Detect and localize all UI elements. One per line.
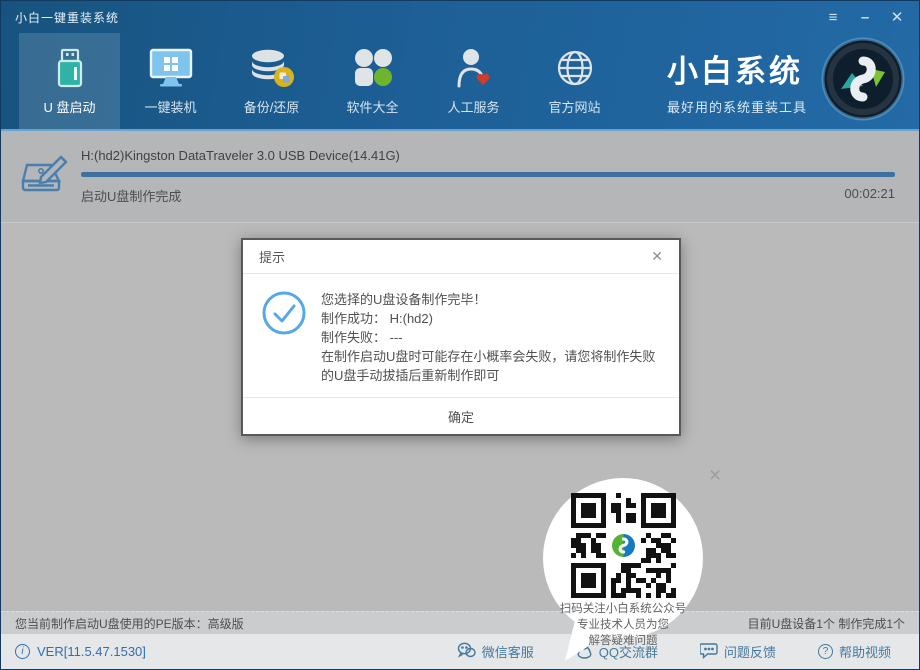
qr-caption-line: 专业技术人员为您 (560, 617, 687, 633)
nav-item-backup-restore[interactable]: 备份/还原 (221, 33, 322, 129)
ok-button[interactable]: 确定 (418, 403, 504, 430)
dialog-footer: 确定 (243, 397, 679, 434)
nav-item-software[interactable]: 软件大全 (322, 33, 423, 129)
nav-label: 软件大全 (346, 97, 398, 116)
dialog-body: 您选择的U盘设备制作完毕！ 制作成功： H:(hd2) 制作失败： --- 在制… (243, 274, 679, 397)
device-count-text: 目前U盘设备1个 制作完成1个 (748, 615, 905, 632)
progress-body: H:(hd2)Kingston DataTraveler 3.0 USB Dev… (81, 148, 895, 205)
brand-logo-icon (821, 37, 905, 126)
bubble-close-icon[interactable]: × (709, 466, 721, 486)
brand-area: 小白系统 最好用的系统重装工具 (667, 33, 905, 129)
brand-text: 小白系统 最好用的系统重装工具 (667, 46, 807, 116)
footer-link-label: 帮助视频 (839, 642, 891, 661)
feedback-link[interactable]: 问题反馈 (700, 641, 776, 662)
nav-item-support[interactable]: 人工服务 (423, 33, 524, 129)
footer-link-label: 微信客服 (482, 642, 534, 661)
nav-bar: U 盘启动 一键装机 (1, 33, 919, 129)
usb-drive-icon (52, 46, 88, 88)
database-backup-icon (249, 46, 295, 88)
close-icon[interactable]: ✕ (883, 5, 911, 29)
dialog-header: 提示 ✕ (243, 240, 679, 274)
qr-caption-line: 解答疑难问题 (560, 633, 687, 649)
qr-bubble: 扫码关注小白系统公众号 专业技术人员为您 解答疑难问题 (543, 478, 703, 663)
dialog-line: 制作失败： --- (321, 328, 657, 347)
progress-section: H:(hd2)Kingston DataTraveler 3.0 USB Dev… (1, 131, 919, 223)
qr-code (571, 493, 676, 598)
apps-clover-icon (353, 46, 393, 88)
progress-status: 启动U盘制作完成 (81, 186, 181, 205)
footer: i VER[11.5.47.1530] 微信客服 (1, 634, 919, 669)
status-bar: 您当前制作启动U盘使用的PE版本：高级版 目前U盘设备1个 制作完成1个 (1, 611, 919, 634)
usb-burn-icon (17, 151, 69, 202)
qr-center-logo-icon (610, 532, 637, 559)
dialog-line: 在制作启动U盘时可能存在小概率会失败，请您将制作失败的U盘手动拔插后重新制作即可 (321, 347, 657, 385)
monitor-icon (148, 46, 194, 88)
nav-label: U 盘启动 (43, 97, 95, 116)
app-window: 小白一键重装系统 ≡ – ✕ U 盘启动 (0, 0, 920, 670)
progress-timer: 00:02:21 (844, 186, 895, 205)
nav-label: 人工服务 (447, 97, 499, 116)
globe-icon (555, 46, 595, 88)
help-icon: ? (818, 644, 833, 659)
support-person-icon (454, 46, 494, 88)
dialog-message: 您选择的U盘设备制作完毕！ 制作成功： H:(hd2) 制作失败： --- 在制… (321, 290, 657, 391)
header: 小白一键重装系统 ≡ – ✕ U 盘启动 (1, 1, 919, 131)
brand-title: 小白系统 (667, 46, 807, 91)
version-text: VER[11.5.47.1530] (37, 644, 146, 659)
progress-bar-fill (81, 172, 895, 177)
menu-icon[interactable]: ≡ (819, 5, 847, 29)
alert-dialog: 提示 ✕ 您选择的U盘设备制作完毕！ 制作成功： H:(hd2) 制作失败： -… (241, 238, 681, 436)
nav-label: 官方网站 (548, 97, 600, 116)
dialog-line: 制作成功： H:(hd2) (321, 309, 657, 328)
nav-label: 备份/还原 (244, 97, 300, 116)
nav-item-website[interactable]: 官方网站 (524, 33, 625, 129)
wechat-support-link[interactable]: 微信客服 (457, 641, 534, 662)
progress-bar (81, 172, 895, 177)
success-check-icon (261, 290, 307, 391)
pe-version-text: 您当前制作启动U盘使用的PE版本：高级版 (15, 615, 244, 632)
info-icon: i (15, 644, 30, 659)
qr-caption: 扫码关注小白系统公众号 专业技术人员为您 解答疑难问题 (560, 601, 687, 649)
bubble-circle: 扫码关注小白系统公众号 专业技术人员为您 解答疑难问题 (543, 478, 703, 638)
app-title: 小白一键重装系统 (15, 9, 119, 26)
nav-item-one-click-install[interactable]: 一键装机 (120, 33, 221, 129)
qr-caption-line: 扫码关注小白系统公众号 (560, 601, 687, 617)
dialog-title: 提示 (259, 247, 285, 266)
dialog-close-icon[interactable]: ✕ (651, 248, 663, 265)
nav-label: 一键装机 (144, 97, 196, 116)
footer-link-label: 问题反馈 (724, 642, 776, 661)
help-video-link[interactable]: ? 帮助视频 (818, 641, 891, 662)
progress-status-row: 启动U盘制作完成 00:02:21 (81, 186, 895, 205)
version-info[interactable]: i VER[11.5.47.1530] (15, 644, 146, 659)
dialog-line: 您选择的U盘设备制作完毕！ (321, 290, 657, 309)
minimize-icon[interactable]: – (851, 5, 879, 29)
brand-subtitle: 最好用的系统重装工具 (667, 97, 807, 116)
nav-item-usb-boot[interactable]: U 盘启动 (19, 33, 120, 129)
device-name: H:(hd2)Kingston DataTraveler 3.0 USB Dev… (81, 148, 895, 163)
wechat-icon (457, 642, 476, 662)
titlebar: 小白一键重装系统 ≡ – ✕ (1, 1, 919, 33)
window-controls: ≡ – ✕ (819, 5, 911, 29)
